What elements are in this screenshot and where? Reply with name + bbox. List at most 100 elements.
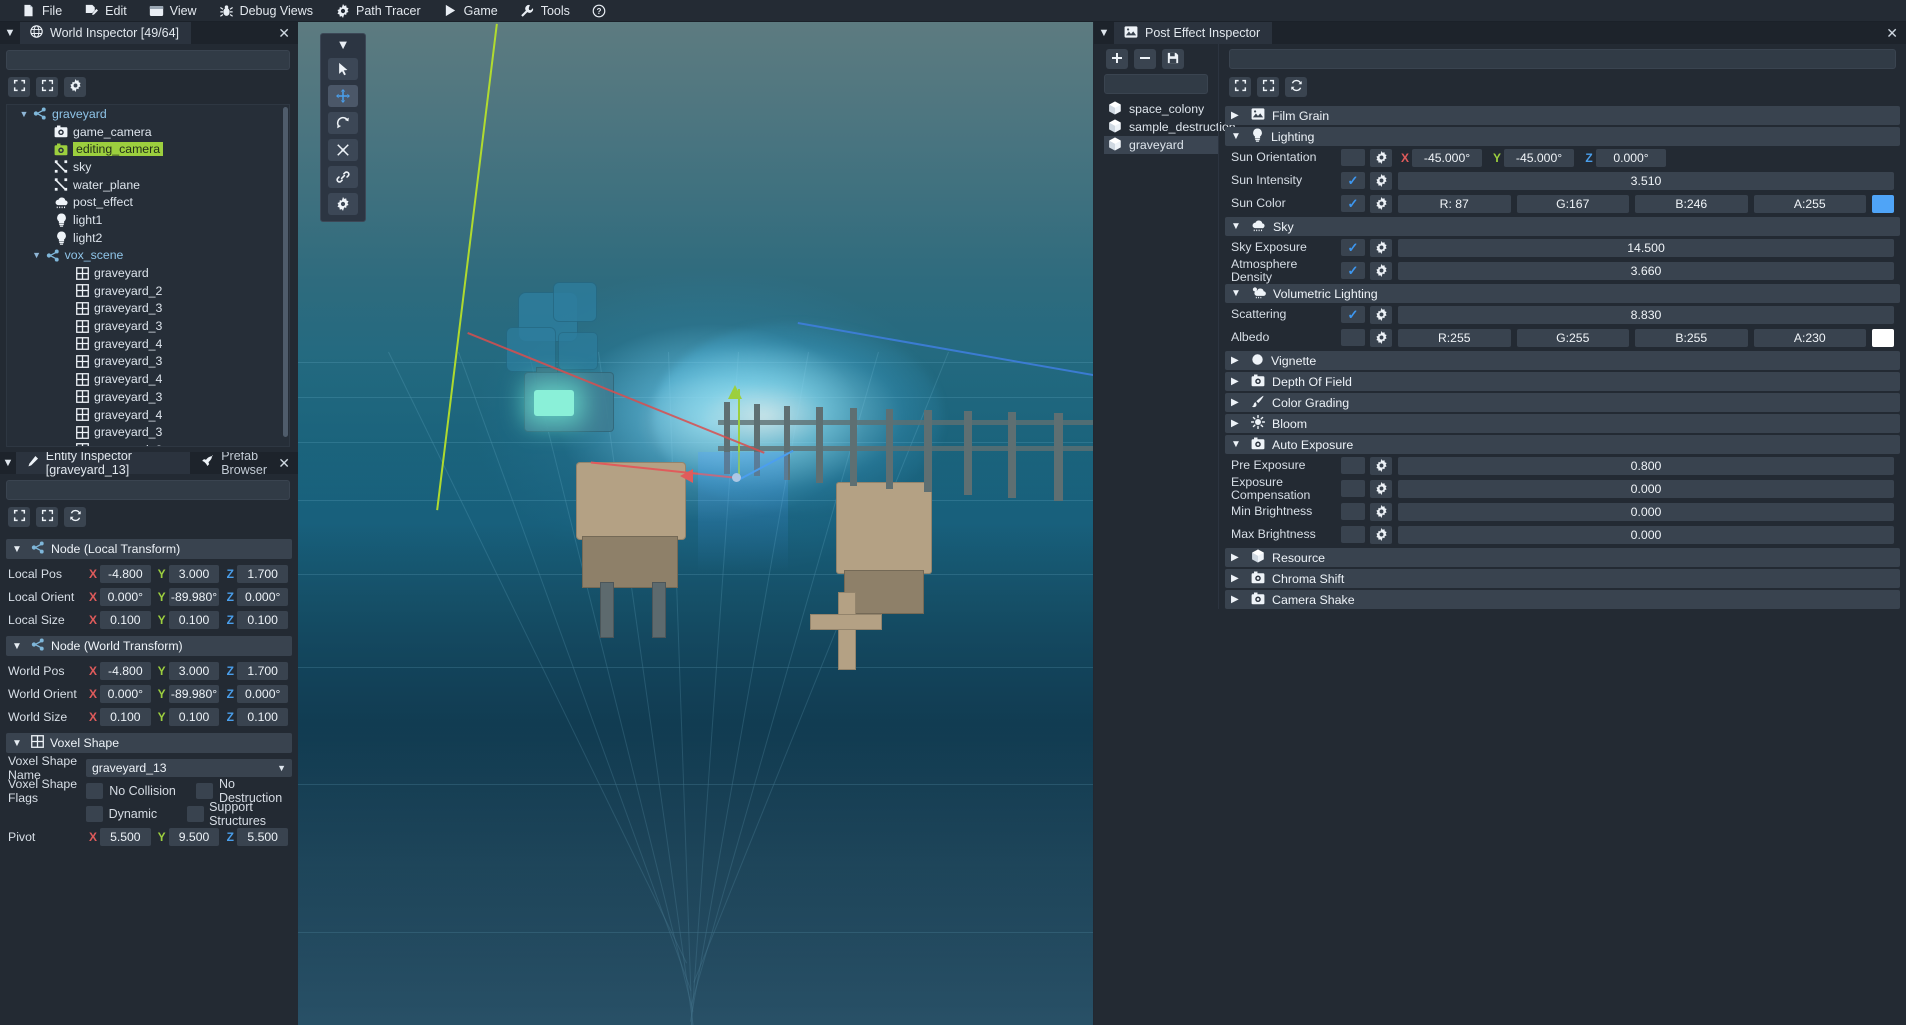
expand-all-button[interactable] <box>1257 77 1279 97</box>
value-field[interactable]: 8.830 <box>1398 305 1894 324</box>
tree-scrollbar[interactable] <box>283 107 288 437</box>
value-x[interactable]: -4.800 <box>100 661 151 680</box>
value-z[interactable]: 1.700 <box>237 661 289 680</box>
rotate-tool-button[interactable] <box>328 112 358 134</box>
section-caret[interactable]: ▶ <box>1231 594 1244 605</box>
value-y[interactable]: 0.100 <box>168 610 220 629</box>
expand-all-button[interactable] <box>36 77 58 97</box>
property-settings-button[interactable] <box>1370 194 1392 213</box>
color-channel-a[interactable]: A:230 <box>1753 328 1866 347</box>
tree-item-graveyard_4[interactable]: graveyard_4 <box>7 370 281 388</box>
value-x[interactable]: 0.000° <box>100 684 151 703</box>
tree-item-graveyard_4[interactable]: graveyard_4 <box>7 335 281 353</box>
value-x[interactable]: 0.100 <box>100 707 151 726</box>
property-settings-button[interactable] <box>1370 328 1392 347</box>
link-tool-button[interactable] <box>328 166 358 188</box>
section-header-chroma-shift[interactable]: ▶ Chroma Shift <box>1225 569 1900 588</box>
tree-item-graveyard[interactable]: ▼ graveyard <box>7 105 281 123</box>
tree-item-sky[interactable]: sky <box>7 158 281 176</box>
refresh-button[interactable] <box>64 507 86 527</box>
tree-item-graveyard_2[interactable]: graveyard_2 <box>7 441 281 446</box>
section-header-resource[interactable]: ▶ Resource <box>1225 548 1900 567</box>
color-channel-a[interactable]: A:255 <box>1753 194 1866 213</box>
section-caret[interactable]: ▶ <box>1231 397 1244 408</box>
section-caret[interactable]: ▼ <box>1231 288 1244 299</box>
expand-all-button[interactable] <box>36 507 58 527</box>
toolbar-collapse-caret[interactable]: ▼ <box>337 38 350 51</box>
tree-item-graveyard_3[interactable]: graveyard_3 <box>7 423 281 441</box>
section-header-auto-exposure[interactable]: ▼ Auto Exposure <box>1225 435 1900 454</box>
property-settings-button[interactable] <box>1370 456 1392 475</box>
post-effect-collapse-caret[interactable]: ▼ <box>1094 22 1114 44</box>
collapse-all-button[interactable] <box>8 77 30 97</box>
refresh-button[interactable] <box>1285 77 1307 97</box>
save-button[interactable] <box>1162 49 1184 69</box>
section-caret[interactable]: ▼ <box>12 544 25 555</box>
entity-inspector-close-icon[interactable]: ✕ <box>278 452 290 474</box>
section-header-node-world-transform-[interactable]: ▼ Node (World Transform) <box>6 636 292 656</box>
section-caret[interactable]: ▼ <box>1231 221 1244 232</box>
color-channel-b[interactable]: B:246 <box>1635 194 1748 213</box>
tree-item-light2[interactable]: light2 <box>7 229 281 247</box>
property-settings-button[interactable] <box>1370 479 1392 498</box>
color-channel-g[interactable]: G:167 <box>1516 194 1629 213</box>
color-channel-r[interactable]: R: 87 <box>1398 194 1511 213</box>
section-header-depth-of-field[interactable]: ▶ Depth Of Field <box>1225 372 1900 391</box>
world-inspector-search-input[interactable] <box>6 50 290 70</box>
menu-view[interactable]: View <box>140 1 206 21</box>
enable-checkbox-exposure-compensation[interactable] <box>1341 480 1365 497</box>
entity-inspector-search-input[interactable] <box>6 480 290 500</box>
value-z[interactable]: 0.100 <box>237 610 289 629</box>
tree-item-graveyard_3[interactable]: graveyard_3 <box>7 353 281 371</box>
checkbox-no-destruction[interactable] <box>195 782 213 799</box>
value-field[interactable]: 3.660 <box>1398 261 1894 280</box>
section-header-lighting[interactable]: ▼ Lighting <box>1225 127 1900 146</box>
tree-item-water_plane[interactable]: water_plane <box>7 176 281 194</box>
post-effect-close-icon[interactable]: ✕ <box>1886 22 1898 44</box>
gizmo-arrow-x[interactable] <box>680 469 693 483</box>
section-header-film-grain[interactable]: ▶ Film Grain <box>1225 106 1900 125</box>
section-caret[interactable]: ▼ <box>1231 131 1244 142</box>
checkbox-no-collision[interactable] <box>86 782 103 799</box>
property-settings-button[interactable] <box>1370 525 1392 544</box>
color-swatch[interactable] <box>1872 328 1894 347</box>
value-y[interactable]: 3.000 <box>168 564 220 583</box>
value-y[interactable]: 9.500 <box>168 827 220 846</box>
value-x[interactable]: -45.000° <box>1412 148 1482 167</box>
section-caret[interactable]: ▶ <box>1231 552 1244 563</box>
tree-item-editing_camera[interactable]: editing_camera <box>7 140 281 158</box>
entity-inspector-collapse-caret[interactable]: ▼ <box>0 452 16 474</box>
tab-world-inspector[interactable]: World Inspector [49/64] <box>20 22 193 44</box>
section-caret[interactable]: ▶ <box>1231 376 1244 387</box>
color-channel-g[interactable]: G:255 <box>1516 328 1629 347</box>
property-settings-button[interactable] <box>1370 238 1392 257</box>
value-z[interactable]: 1.700 <box>237 564 289 583</box>
scene-item-space_colony[interactable]: space_colony <box>1104 100 1218 118</box>
tree-item-vox_scene[interactable]: ▼ vox_scene <box>7 247 281 265</box>
menu-debug-views[interactable]: Debug Views <box>210 1 322 21</box>
section-header-node-local-transform-[interactable]: ▼ Node (Local Transform) <box>6 539 292 559</box>
value-z[interactable]: 0.100 <box>237 707 289 726</box>
add-button[interactable] <box>1106 49 1128 69</box>
color-channel-b[interactable]: B:255 <box>1635 328 1748 347</box>
value-x[interactable]: 0.000° <box>100 587 151 606</box>
scene-hierarchy-tree[interactable]: ▼ graveyard game_camera editing_camera sky wa… <box>6 104 290 447</box>
select-tool-button[interactable] <box>328 58 358 80</box>
checkbox-support-structures[interactable] <box>186 805 204 822</box>
3d-viewport[interactable]: ▼ <box>298 22 1093 1025</box>
menu-edit[interactable]: Edit <box>75 1 136 21</box>
property-settings-button[interactable] <box>1370 502 1392 521</box>
value-z[interactable]: 0.000° <box>1596 148 1666 167</box>
section-caret[interactable]: ▶ <box>1231 573 1244 584</box>
enable-checkbox-pre-exposure[interactable] <box>1341 457 1365 474</box>
enable-checkbox-atmosphere-density[interactable]: ✓ <box>1341 262 1365 279</box>
tree-item-graveyard_3[interactable]: graveyard_3 <box>7 300 281 318</box>
voxel-shape-name-input[interactable]: graveyard_13 ▼ <box>86 758 292 777</box>
tree-item-light1[interactable]: light1 <box>7 211 281 229</box>
enable-checkbox-sun-color[interactable]: ✓ <box>1341 195 1365 212</box>
value-field[interactable]: 0.000 <box>1398 525 1894 544</box>
world-inspector-close-icon[interactable]: ✕ <box>278 22 290 44</box>
tree-expand-arrow[interactable]: ▼ <box>30 250 44 260</box>
section-caret[interactable]: ▼ <box>1231 439 1244 450</box>
section-header-bloom[interactable]: ▶ Bloom <box>1225 414 1900 433</box>
